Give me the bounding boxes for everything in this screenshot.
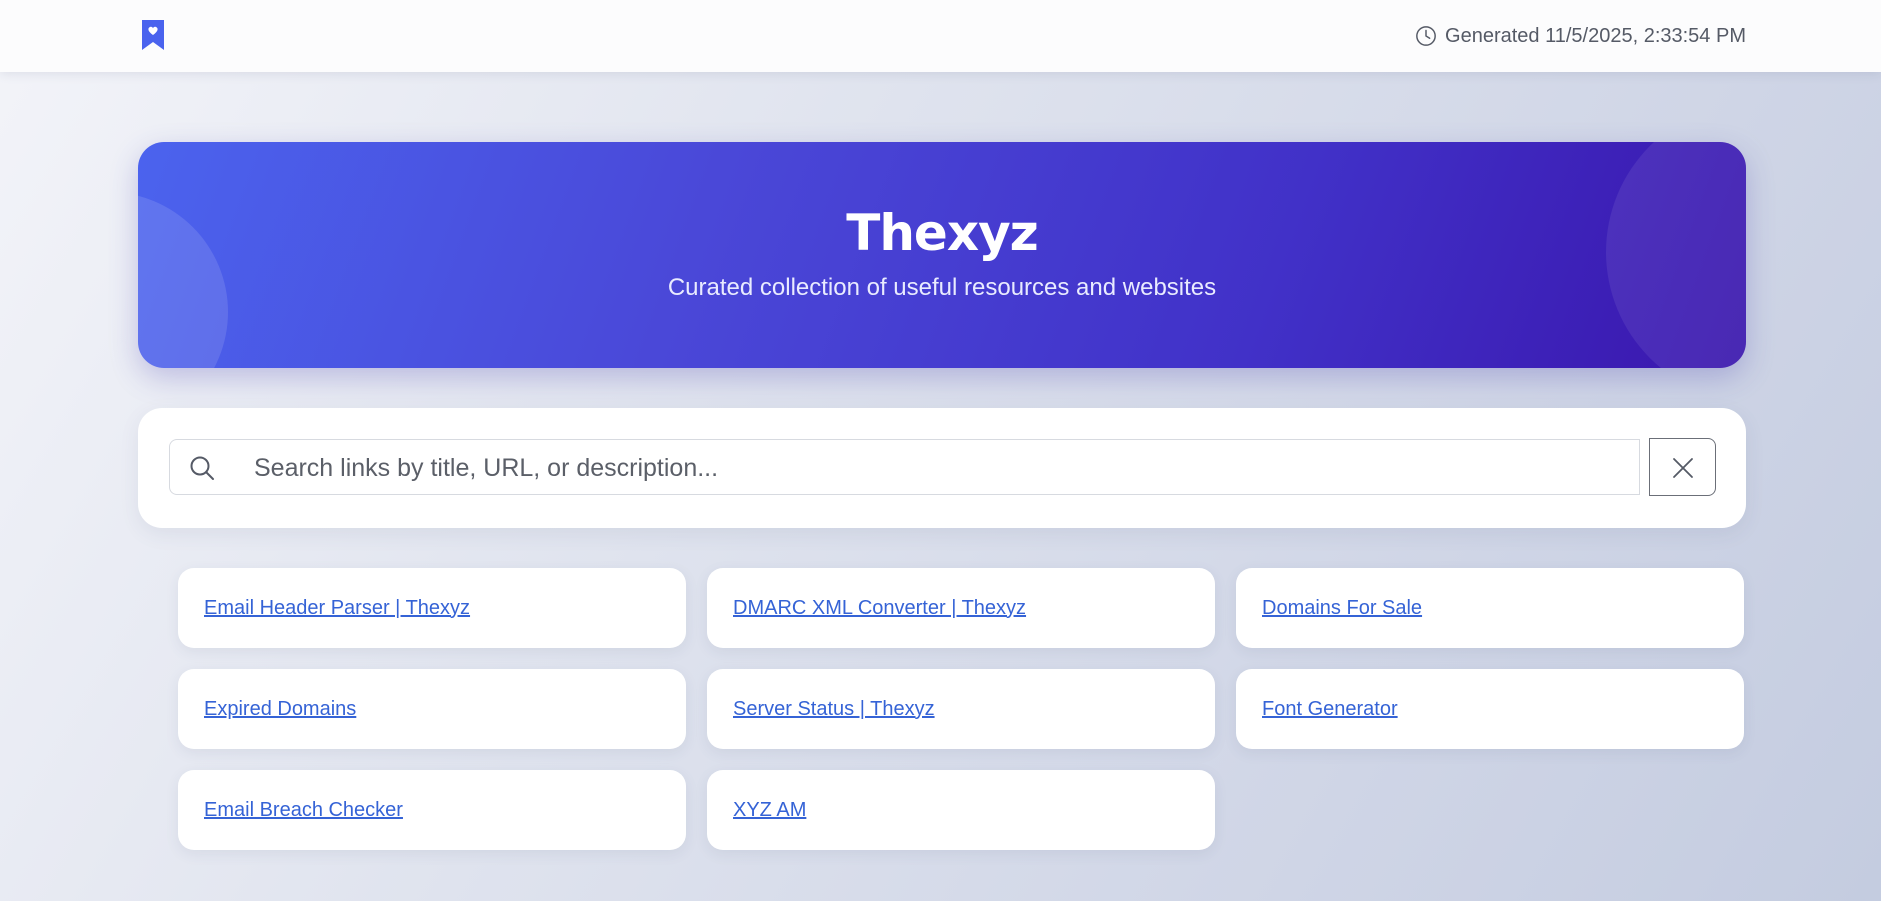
link-server-status[interactable]: Server Status | Thexyz (733, 698, 935, 721)
top-bar: Generated 11/5/2025, 2:33:54 PM (0, 0, 1881, 72)
link-card[interactable]: Email Header Parser | Thexyz (178, 568, 686, 648)
link-card[interactable]: XYZ AM (707, 770, 1215, 850)
link-expired-domains[interactable]: Expired Domains (204, 698, 356, 721)
link-card[interactable]: Server Status | Thexyz (707, 669, 1215, 749)
link-card[interactable]: Email Breach Checker (178, 770, 686, 850)
search-box[interactable] (169, 439, 1640, 495)
page-title: Thexyz (846, 204, 1039, 262)
link-xyz-am[interactable]: XYZ AM (733, 799, 806, 822)
link-email-breach-checker[interactable]: Email Breach Checker (204, 799, 403, 822)
link-font-generator[interactable]: Font Generator (1262, 698, 1398, 721)
generated-text: Generated 11/5/2025, 2:33:54 PM (1445, 24, 1746, 47)
page-subtitle: Curated collection of useful resources a… (667, 274, 1217, 301)
links-grid: Email Header Parser | Thexyz DMARC XML C… (178, 568, 1744, 850)
search-input[interactable] (252, 448, 1616, 488)
bookmark-heart-icon[interactable] (140, 18, 166, 52)
link-card[interactable]: Expired Domains (178, 669, 686, 749)
close-icon (1673, 458, 1693, 478)
link-domains-for-sale[interactable]: Domains For Sale (1262, 597, 1422, 620)
link-email-header-parser[interactable]: Email Header Parser | Thexyz (204, 597, 470, 620)
hero-banner: Thexyz Curated collection of useful reso… (138, 142, 1746, 368)
link-card[interactable]: DMARC XML Converter | Thexyz (707, 568, 1215, 648)
link-dmarc-xml-converter[interactable]: DMARC XML Converter | Thexyz (733, 597, 1026, 620)
clear-search-button[interactable] (1649, 438, 1716, 496)
link-card[interactable]: Domains For Sale (1236, 568, 1744, 648)
search-icon (190, 456, 214, 480)
generated-timestamp: Generated 11/5/2025, 2:33:54 PM (1415, 23, 1746, 49)
clock-icon (1416, 26, 1436, 46)
link-card[interactable]: Font Generator (1236, 669, 1744, 749)
search-card (138, 408, 1746, 528)
